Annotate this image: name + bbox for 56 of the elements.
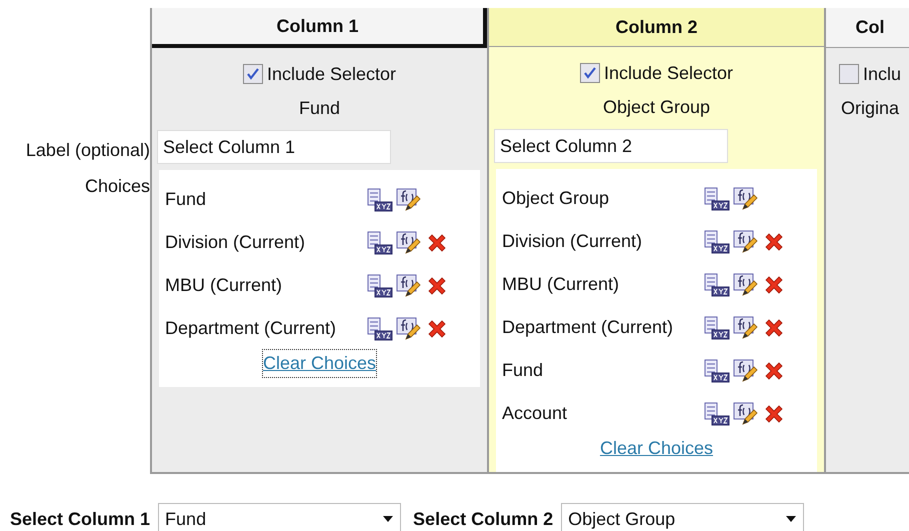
check-icon bbox=[246, 67, 260, 81]
function-edit-icon[interactable] bbox=[733, 358, 759, 382]
checkbox-label: Inclu bbox=[862, 62, 902, 86]
function-edit-icon[interactable] bbox=[396, 230, 422, 254]
choice-name: Division (Current) bbox=[501, 230, 644, 253]
checkbox-label: Include Selector bbox=[266, 62, 396, 86]
clear-choices-link[interactable]: Clear Choices bbox=[262, 350, 376, 377]
column-header[interactable]: Column 2 bbox=[489, 8, 824, 47]
function-edit-icon[interactable] bbox=[733, 402, 759, 426]
table-xyz-icon[interactable] bbox=[367, 188, 393, 212]
choice-name: Division (Current) bbox=[164, 231, 306, 254]
clear-choices-link[interactable]: Clear Choices bbox=[600, 435, 714, 462]
checkbox[interactable] bbox=[838, 64, 859, 84]
function-edit-icon[interactable] bbox=[733, 230, 759, 254]
choice-name: MBU (Current) bbox=[501, 273, 620, 296]
table-xyz-icon[interactable] bbox=[367, 316, 393, 340]
function-edit-icon[interactable] bbox=[396, 274, 422, 298]
choice-name: Fund bbox=[164, 188, 208, 211]
caret-icon bbox=[785, 515, 798, 523]
field-label: Choices bbox=[84, 175, 150, 198]
column-field-name: Origina bbox=[840, 97, 900, 120]
choice-name: Department (Current) bbox=[501, 316, 674, 339]
table-xyz-icon[interactable] bbox=[367, 230, 393, 254]
function-edit-icon[interactable] bbox=[396, 316, 422, 340]
function-edit-icon[interactable] bbox=[733, 316, 759, 340]
function-edit-icon[interactable] bbox=[396, 188, 422, 212]
column-field-name: Object Group bbox=[602, 96, 710, 119]
column-field-name: Fund bbox=[298, 97, 340, 120]
table-xyz-icon[interactable] bbox=[367, 274, 393, 298]
choice-name: Department (Current) bbox=[164, 317, 338, 340]
column-header[interactable]: Col bbox=[826, 8, 909, 48]
label-input-field[interactable]: Select Column 2 bbox=[494, 129, 728, 163]
selector-label: Select Column 1 bbox=[10, 508, 150, 530]
function-edit-icon[interactable] bbox=[733, 186, 759, 210]
column-dropdown[interactable]: Fund bbox=[158, 503, 402, 531]
choice-name: Object Group bbox=[501, 187, 610, 210]
table-xyz-icon[interactable] bbox=[704, 230, 730, 254]
checkbox-label: Include Selector bbox=[604, 62, 734, 84]
table-xyz-icon[interactable] bbox=[704, 358, 730, 382]
checkbox[interactable] bbox=[580, 63, 600, 83]
selector-label: Select Column 2 bbox=[413, 508, 554, 530]
table-xyz-icon[interactable] bbox=[704, 272, 730, 296]
function-edit-icon[interactable] bbox=[733, 272, 759, 296]
caret-icon bbox=[382, 515, 394, 523]
table-xyz-icon[interactable] bbox=[704, 316, 730, 340]
choice-name: Account bbox=[501, 402, 568, 425]
field-label: Label (optional) bbox=[26, 139, 150, 162]
choice-name: MBU (Current) bbox=[164, 274, 284, 297]
column-dropdown[interactable]: Object Group bbox=[561, 503, 804, 531]
table-xyz-icon[interactable] bbox=[704, 186, 730, 210]
column-header[interactable]: Column 1 bbox=[152, 8, 487, 48]
checkbox[interactable] bbox=[242, 64, 263, 84]
choice-name: Fund bbox=[501, 359, 544, 382]
check-icon bbox=[582, 66, 597, 80]
table-xyz-icon[interactable] bbox=[704, 402, 730, 426]
label-input-field[interactable]: Select Column 1 bbox=[157, 130, 391, 164]
